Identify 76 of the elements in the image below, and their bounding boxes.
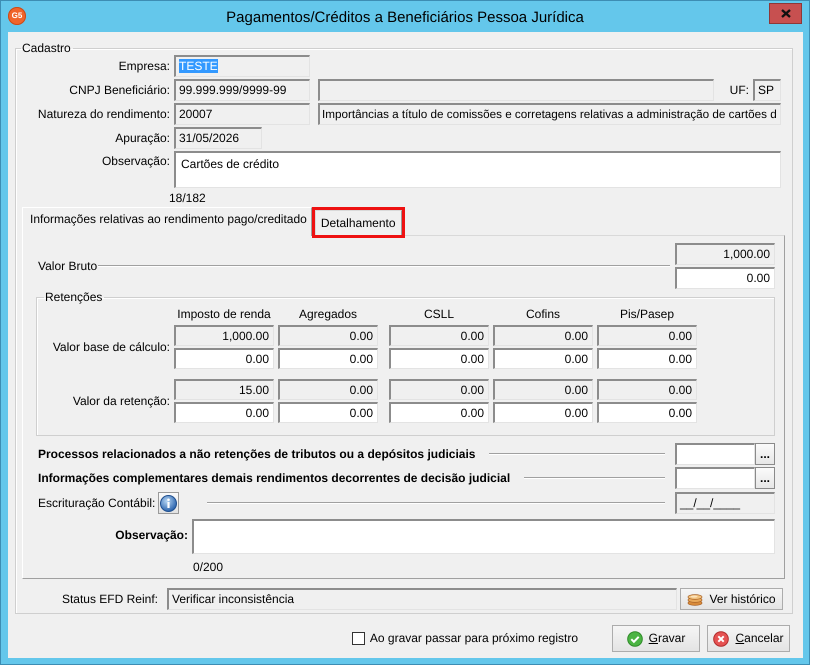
amount-field: 0.00 [493, 379, 593, 400]
amount-field: 0.00 [278, 325, 378, 346]
date-field[interactable]: __/__/____ [675, 492, 775, 514]
amount-field[interactable]: 0.00 [278, 348, 378, 369]
lookup-field[interactable] [675, 443, 755, 465]
state-field[interactable]: SP [753, 79, 781, 101]
group-title: Retenções [44, 290, 104, 304]
group-title: Cadastro [21, 41, 72, 55]
window-title: Pagamentos/Créditos a Beneficiários Pessoa Jurídica [225, 8, 585, 27]
cnpj-field[interactable]: 99.999.999/9999-99 [174, 79, 310, 101]
app-logo: G5 [8, 7, 26, 25]
amount-field[interactable]: 0.00 [278, 402, 378, 423]
cancel-button[interactable]: Cancelar [707, 625, 790, 652]
save-button[interactable]: Gravar [612, 625, 700, 652]
field-label: Apuração: [114, 130, 171, 146]
column-header: Cofins [524, 307, 561, 321]
field-label: Observação: [100, 153, 171, 168]
amount-field: 0.00 [597, 325, 697, 346]
field-label: Empresa: [118, 58, 171, 74]
amount-field: 0.00 [389, 379, 489, 400]
amount-field: 0.00 [493, 325, 593, 346]
tab[interactable]: Informações relativas ao rendimento pago/creditado [22, 207, 312, 236]
close-icon [780, 9, 790, 18]
amount-field: 0.00 [278, 379, 378, 400]
field-label: CNPJ Beneficiário: [68, 82, 171, 98]
column-header: Agregados [298, 307, 358, 321]
amount-field[interactable]: 0.00 [675, 267, 775, 289]
tab[interactable]: Detalhamento [314, 210, 402, 235]
amount-field[interactable]: 0.00 [389, 348, 489, 369]
history-button[interactable]: Ver histórico [680, 588, 783, 610]
observation-field[interactable] [192, 519, 775, 554]
field-label: Status EFD Reinf: [60, 592, 159, 606]
amount-field: 1,000.00 [675, 243, 775, 265]
field-label: Informações complementares demais rendimentos decorrentes de decisão judicial [38, 470, 510, 486]
amount-field[interactable]: 0.00 [597, 402, 697, 423]
browse-button[interactable]: ... [755, 467, 775, 489]
amount-field: 15.00 [174, 379, 274, 400]
info-button[interactable] [158, 492, 180, 514]
column-header: Imposto de renda [176, 307, 272, 321]
date-field[interactable]: 31/05/2026 [174, 127, 262, 149]
status-field: Verificar inconsistência [167, 588, 677, 610]
amount-field[interactable]: 0.00 [493, 402, 593, 423]
lookup-field[interactable] [675, 467, 755, 489]
observation-field[interactable]: Cartões de crédito [174, 151, 781, 188]
amount-field[interactable]: 0.00 [493, 348, 593, 369]
amount-field[interactable]: 0.00 [597, 348, 697, 369]
field-label: Natureza do rendimento: [36, 106, 171, 122]
check-circle-icon [626, 630, 643, 646]
checkbox[interactable] [352, 632, 365, 645]
character-counter: 0/200 [193, 560, 224, 574]
coins-icon [687, 592, 704, 606]
row-label: Valor base de cálculo: [52, 340, 171, 354]
amount-field[interactable]: 0.00 [174, 402, 274, 423]
checkbox-label[interactable]: Ao gravar passar para próximo registro [370, 631, 578, 646]
column-header: CSLL [422, 307, 456, 321]
info-icon [160, 494, 178, 512]
code-field[interactable]: 20007 [174, 103, 310, 125]
amount-field: 1,000.00 [174, 325, 274, 346]
amount-field[interactable]: 0.00 [174, 348, 274, 369]
name-field[interactable] [318, 79, 714, 101]
character-counter: 18/182 [169, 191, 206, 205]
field-label: Observação: [114, 528, 189, 542]
close-button[interactable] [769, 3, 802, 24]
amount-field: 0.00 [389, 325, 489, 346]
selected-text: TESTE [179, 59, 218, 73]
amount-field: 0.00 [597, 379, 697, 400]
description-field[interactable]: Importâncias a título de comissões e corretagens relativas a administração de cartões d [318, 103, 781, 125]
column-header: Pis/Pasep [618, 307, 676, 321]
section-label: Valor Bruto [38, 258, 98, 274]
cancel-circle-icon [713, 630, 730, 646]
field-label: Processos relacionados a não retenções de tributos ou a depósitos judiciais [38, 446, 476, 462]
browse-button[interactable]: ... [755, 443, 775, 465]
field-label: UF: [728, 82, 750, 98]
amount-field[interactable]: 0.00 [389, 402, 489, 423]
field-label: Escrituração Contábil: [38, 496, 156, 510]
row-label: Valor da retenção: [72, 394, 171, 408]
